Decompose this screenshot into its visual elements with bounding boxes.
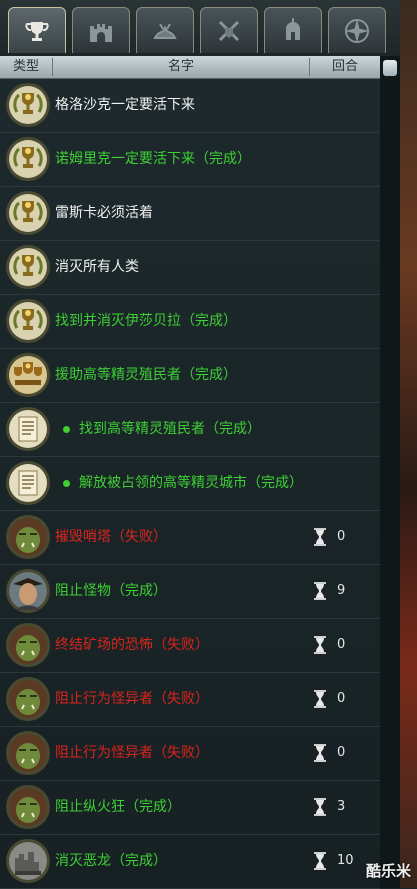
creature-icon	[153, 22, 177, 39]
quest-row[interactable]: 阻止怪物（完成） 9	[0, 564, 380, 619]
crossed-swords-icon	[218, 20, 240, 41]
quest-turns: 0	[337, 529, 346, 544]
quest-turns: 0	[337, 691, 346, 706]
quest-name: 援助高等精灵殖民者（完成）	[55, 367, 237, 383]
quest-name: 阻止纵火狂（完成）	[55, 799, 181, 815]
quest-row[interactable]: 诺姆里克一定要活下来（完成）	[0, 132, 380, 187]
quest-row[interactable]: 格洛沙克一定要活下来	[0, 78, 380, 133]
scroll-icon	[6, 461, 50, 505]
hourglass-icon	[314, 798, 326, 816]
tab-cities[interactable]	[72, 7, 130, 53]
header-name[interactable]: 名字	[53, 56, 309, 78]
orc-portrait-icon	[6, 677, 50, 721]
triple-trophy-icon	[6, 353, 50, 397]
quest-row[interactable]: 找到高等精灵殖民者（完成）	[0, 402, 380, 457]
hourglass-icon	[314, 852, 326, 870]
bullet-icon	[63, 480, 70, 487]
quest-name: 诺姆里克一定要活下来（完成）	[55, 151, 251, 167]
hourglass-icon	[314, 528, 326, 546]
tab-objectives[interactable]	[8, 7, 66, 53]
header-type[interactable]: 类型	[0, 56, 52, 78]
scrollbar-thumb[interactable]	[383, 60, 397, 76]
trophy-laurel-icon	[6, 83, 50, 127]
quest-name: 阻止行为怪异者（失败）	[55, 745, 209, 761]
orc-portrait-icon	[6, 623, 50, 667]
quest-row[interactable]: 雷斯卡必须活着	[0, 186, 380, 241]
watermark: 酷乐米	[366, 862, 412, 880]
tab-battles[interactable]	[200, 7, 258, 53]
quest-row[interactable]: 找到并消灭伊莎贝拉（完成）	[0, 294, 380, 349]
trophy-icon	[25, 21, 49, 41]
quest-row[interactable]: 解放被占领的高等精灵城市（完成）	[0, 456, 380, 511]
hourglass-icon	[314, 744, 326, 762]
quest-name: 解放被占领的高等精灵城市（完成）	[79, 475, 303, 491]
orc-portrait-icon	[6, 731, 50, 775]
quest-name: 摧毁哨塔（失败）	[55, 529, 167, 545]
quest-row[interactable]: 阻止行为怪异者（失败） 0	[0, 726, 380, 781]
hero-portrait-icon	[6, 569, 50, 613]
trophy-laurel-icon	[6, 137, 50, 181]
quest-turns: 10	[337, 853, 354, 868]
castle-icon	[90, 23, 112, 42]
trophy-laurel-icon	[6, 191, 50, 235]
quest-name: 雷斯卡必须活着	[55, 205, 153, 221]
quest-name: 消灭恶龙（完成）	[55, 853, 167, 869]
hourglass-icon	[314, 582, 326, 600]
quest-name: 终结矿场的恐怖（失败）	[55, 637, 209, 653]
quest-row[interactable]: 消灭所有人类	[0, 240, 380, 295]
quest-row[interactable]: 阻止行为怪异者（失败） 0	[0, 672, 380, 727]
scrollbar[interactable]	[380, 56, 400, 888]
quest-row[interactable]: 消灭恶龙（完成） 10	[0, 834, 380, 889]
quest-name: 格洛沙克一定要活下来	[55, 97, 195, 113]
quest-name: 找到高等精灵殖民者（完成）	[79, 421, 261, 437]
tab-heroes[interactable]	[264, 7, 322, 53]
bullet-icon	[63, 426, 70, 433]
quest-name: 消灭所有人类	[55, 259, 139, 275]
quest-name: 找到并消灭伊莎贝拉（完成）	[55, 313, 237, 329]
quest-turns: 0	[337, 637, 346, 652]
header-turns[interactable]: 回合	[310, 56, 380, 78]
background-artwork	[400, 0, 417, 888]
tab-creatures[interactable]	[136, 7, 194, 53]
orc-portrait-icon	[6, 515, 50, 559]
quest-turns: 9	[337, 583, 346, 598]
helmet-icon	[286, 17, 300, 40]
quest-name: 阻止怪物（完成）	[55, 583, 167, 599]
quest-row[interactable]: 援助高等精灵殖民者（完成）	[0, 348, 380, 403]
compass-icon	[345, 18, 369, 43]
trophy-laurel-icon	[6, 245, 50, 289]
tab-map[interactable]	[328, 7, 386, 53]
quest-row[interactable]: 阻止纵火狂（完成） 3	[0, 780, 380, 835]
quest-name: 阻止行为怪异者（失败）	[55, 691, 209, 707]
quest-turns: 3	[337, 799, 346, 814]
quest-row[interactable]: 摧毁哨塔（失败） 0	[0, 510, 380, 565]
tab-bar	[0, 0, 400, 56]
column-header: 类型 名字 回合	[0, 56, 400, 79]
quest-row[interactable]: 终结矿场的恐怖（失败） 0	[0, 618, 380, 673]
orc-portrait-icon	[6, 785, 50, 829]
hourglass-icon	[314, 690, 326, 708]
hourglass-icon	[314, 636, 326, 654]
scroll-icon	[6, 407, 50, 451]
ruins-portrait-icon	[6, 839, 50, 883]
quest-turns: 0	[337, 745, 346, 760]
trophy-laurel-icon	[6, 299, 50, 343]
